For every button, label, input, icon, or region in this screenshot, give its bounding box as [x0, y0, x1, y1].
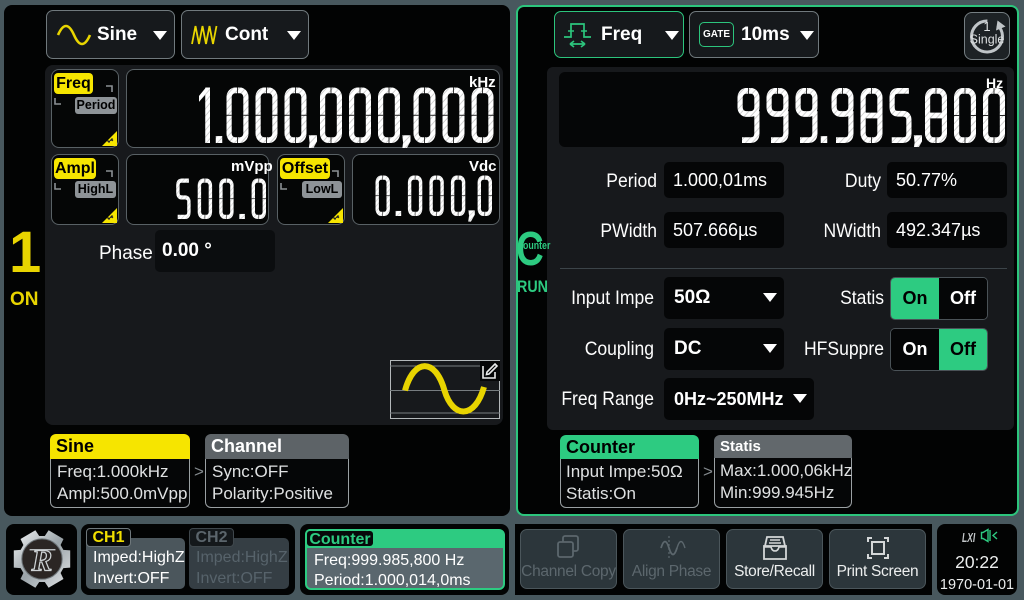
svg-text:Single: Single — [970, 33, 1005, 47]
svg-text:R: R — [31, 542, 53, 577]
